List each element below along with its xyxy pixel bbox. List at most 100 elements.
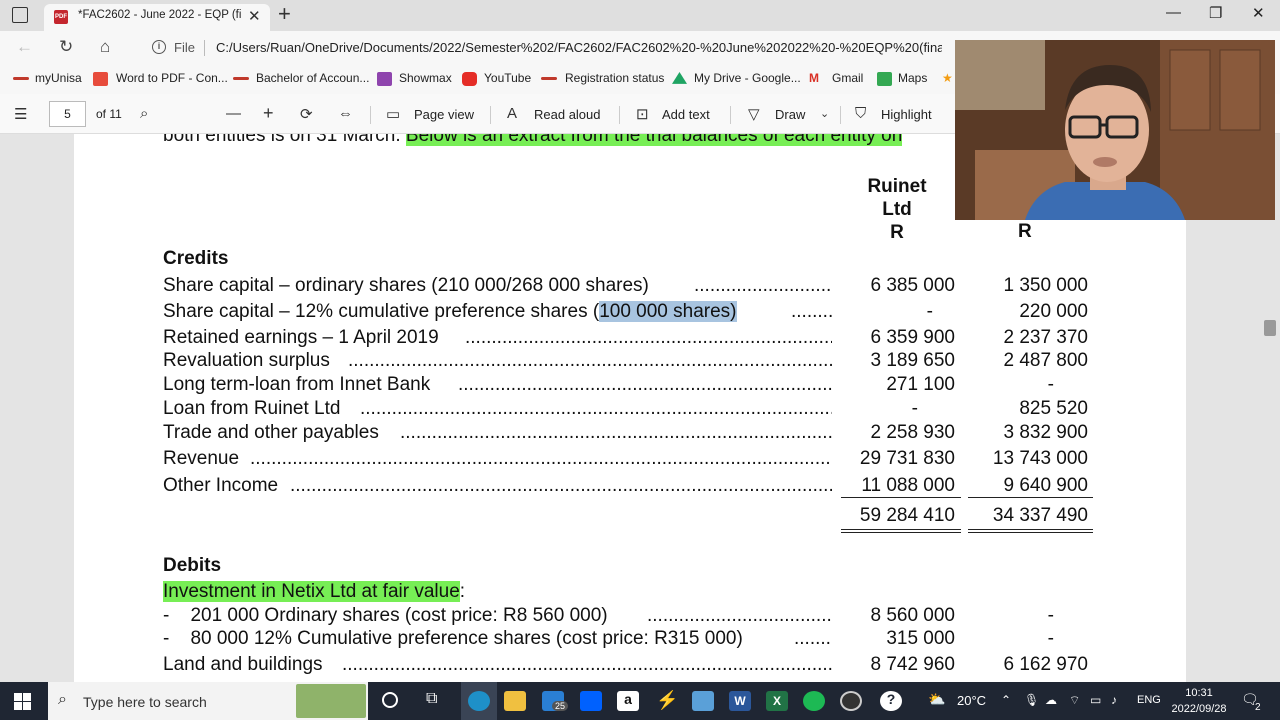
microphone-icon[interactable]: 🎙 [1024,693,1039,707]
minimize-icon[interactable]: — [1166,4,1181,21]
contents-list-icon[interactable]: ☰ [14,105,27,123]
highlight-icon: ⛉ [855,105,867,122]
credit-value-2: 3 832 900 [1003,422,1088,443]
bookmark-my-drive[interactable]: My Drive - Google... [694,71,801,85]
bookmark-youtube[interactable]: YouTube [484,71,531,85]
debit-value-1: 315 000 [886,628,955,649]
word-icon[interactable]: W [729,691,751,711]
cloud-icon[interactable]: ☁ [1045,693,1057,707]
search-icon[interactable]: ⌕ [140,105,148,122]
bookmark-bachelor[interactable]: Bachelor of Accoun... [256,71,369,85]
rotate-icon[interactable]: ⟳ [300,105,313,123]
leader-dots: ........................................… [342,654,832,675]
highlight-button[interactable]: Highlight [881,107,932,122]
leader-dots: ......... [794,628,832,649]
debits-title: Debits [163,555,222,576]
taskbar-search-box[interactable]: ⌕ Type here to search [48,682,368,720]
debit-value-2: 6 162 970 [1003,654,1088,675]
zoom-out-icon[interactable]: — [226,105,241,122]
file-explorer-icon[interactable] [504,691,526,711]
intro-line: both entities is on 31 March. Below is a… [163,134,903,147]
page-view-button[interactable]: Page view [414,107,474,122]
page-number-input[interactable]: 5 [49,101,86,127]
total-double-rule [841,532,961,533]
browser-tab-active[interactable]: PDF *FAC2602 - June 2022 - EQP (fina ✕ [44,4,270,31]
credit-value-1: 2 258 930 [870,422,955,443]
column-header-second: R [1018,221,1032,242]
windows-start-icon[interactable] [14,693,31,710]
credit-value-2: 1 350 000 [1003,275,1088,296]
app-icon[interactable] [692,691,714,711]
presenter-video-icon [955,40,1275,220]
bookmark-word-to-pdf[interactable]: Word to PDF - Con... [116,71,228,85]
chevron-down-icon[interactable]: ⌄ [820,107,829,120]
info-icon[interactable]: i [152,40,166,54]
credit-value-2: 13 743 000 [992,448,1088,469]
restore-icon[interactable]: ❐ [1209,4,1222,22]
task-view-icon[interactable]: ⧉ [426,690,437,708]
tab-actions-icon[interactable] [12,7,28,23]
leader-dots: ........................................… [348,350,832,371]
dropbox-icon[interactable] [580,691,602,711]
excel-icon[interactable]: X [766,691,788,711]
bookmark-gmail[interactable]: Gmail [832,71,863,85]
wifi-icon[interactable]: ⌔ [1069,693,1080,708]
home-icon[interactable]: ⌂ [100,37,110,57]
add-text-button[interactable]: Add text [662,107,710,122]
weather-temp[interactable]: 20°C [957,693,986,708]
close-window-icon[interactable]: ✕ [1252,4,1265,22]
vertical-scrollbar-thumb[interactable] [1264,320,1276,336]
leader-dots: .................................. [694,275,832,296]
tab-title: *FAC2602 - June 2022 - EQP (fina [78,9,242,21]
leader-dots: ........................................… [647,605,832,626]
credit-value-2: 2 237 370 [1003,327,1088,348]
credit-label: Revenue [163,448,240,469]
fit-page-icon[interactable]: ⇔ [338,105,353,122]
refresh-icon[interactable]: ↻ [59,37,73,57]
bookmark-icon [13,77,29,80]
read-aloud-button[interactable]: Read aloud [534,107,601,122]
url-input[interactable]: C:/Users/Ruan/OneDrive/Documents/2022/Se… [216,40,942,55]
toolbar-divider [490,106,491,124]
bookmark-myunisa[interactable]: myUnisa [35,71,82,85]
chevron-up-icon[interactable]: ⌃ [1001,693,1011,707]
credit-value-1: 271 100 [886,374,955,395]
search-icon: ⌕ [58,691,67,708]
language-indicator[interactable]: ENG [1137,694,1161,706]
back-arrow-icon[interactable]: ← [16,37,33,57]
battery-icon[interactable]: ▭ [1090,693,1101,707]
volume-icon[interactable]: ♪ [1111,693,1117,707]
lightning-app-icon[interactable]: ⚡ [656,690,678,711]
add-text-icon: ⊡ [636,106,649,123]
new-tab-button[interactable]: + [278,2,291,26]
address-divider [204,40,205,56]
help-icon[interactable]: ? [880,691,902,711]
close-tab-icon[interactable]: ✕ [248,7,261,25]
amazon-icon[interactable]: a [617,691,639,711]
credit-value-1: 6 385 000 [870,275,955,296]
spotify-icon[interactable] [803,691,825,711]
bookmark-showmax[interactable]: Showmax [399,71,452,85]
zoom-in-icon[interactable]: + [263,103,274,124]
bookmark-icon [541,77,557,80]
more-bookmarks-icon[interactable]: ★ [942,71,953,85]
bookmark-registration[interactable]: Registration status [565,71,664,85]
windows-taskbar: ⌕ Type here to search ⧉ 25 a ⚡ W X ? ⛅ 2… [0,682,1280,720]
youtube-icon [462,72,477,86]
cortana-icon[interactable] [382,692,398,708]
leader-dots: ........................................… [290,475,832,496]
draw-button[interactable]: Draw [775,107,805,122]
taskbar-clock[interactable]: 10:31 2022/09/28 [1168,685,1230,717]
bookmark-maps[interactable]: Maps [898,71,927,85]
intro-text: both entities is on 31 March. [163,134,401,146]
obs-icon[interactable] [840,691,862,711]
credit-value-2: - [1047,374,1054,395]
clock-date: 2022/09/28 [1171,703,1227,715]
total-double-rule [968,532,1093,533]
edge-icon[interactable] [468,691,490,711]
credit-label: Other Income [163,475,279,496]
credit-label: Loan from Ruinet Ltd [163,398,341,419]
credit-value-2: 9 640 900 [1003,475,1088,496]
debit-value-2: - [1047,628,1054,649]
debit-label: - 80 000 12% Cumulative preference share… [163,628,743,649]
